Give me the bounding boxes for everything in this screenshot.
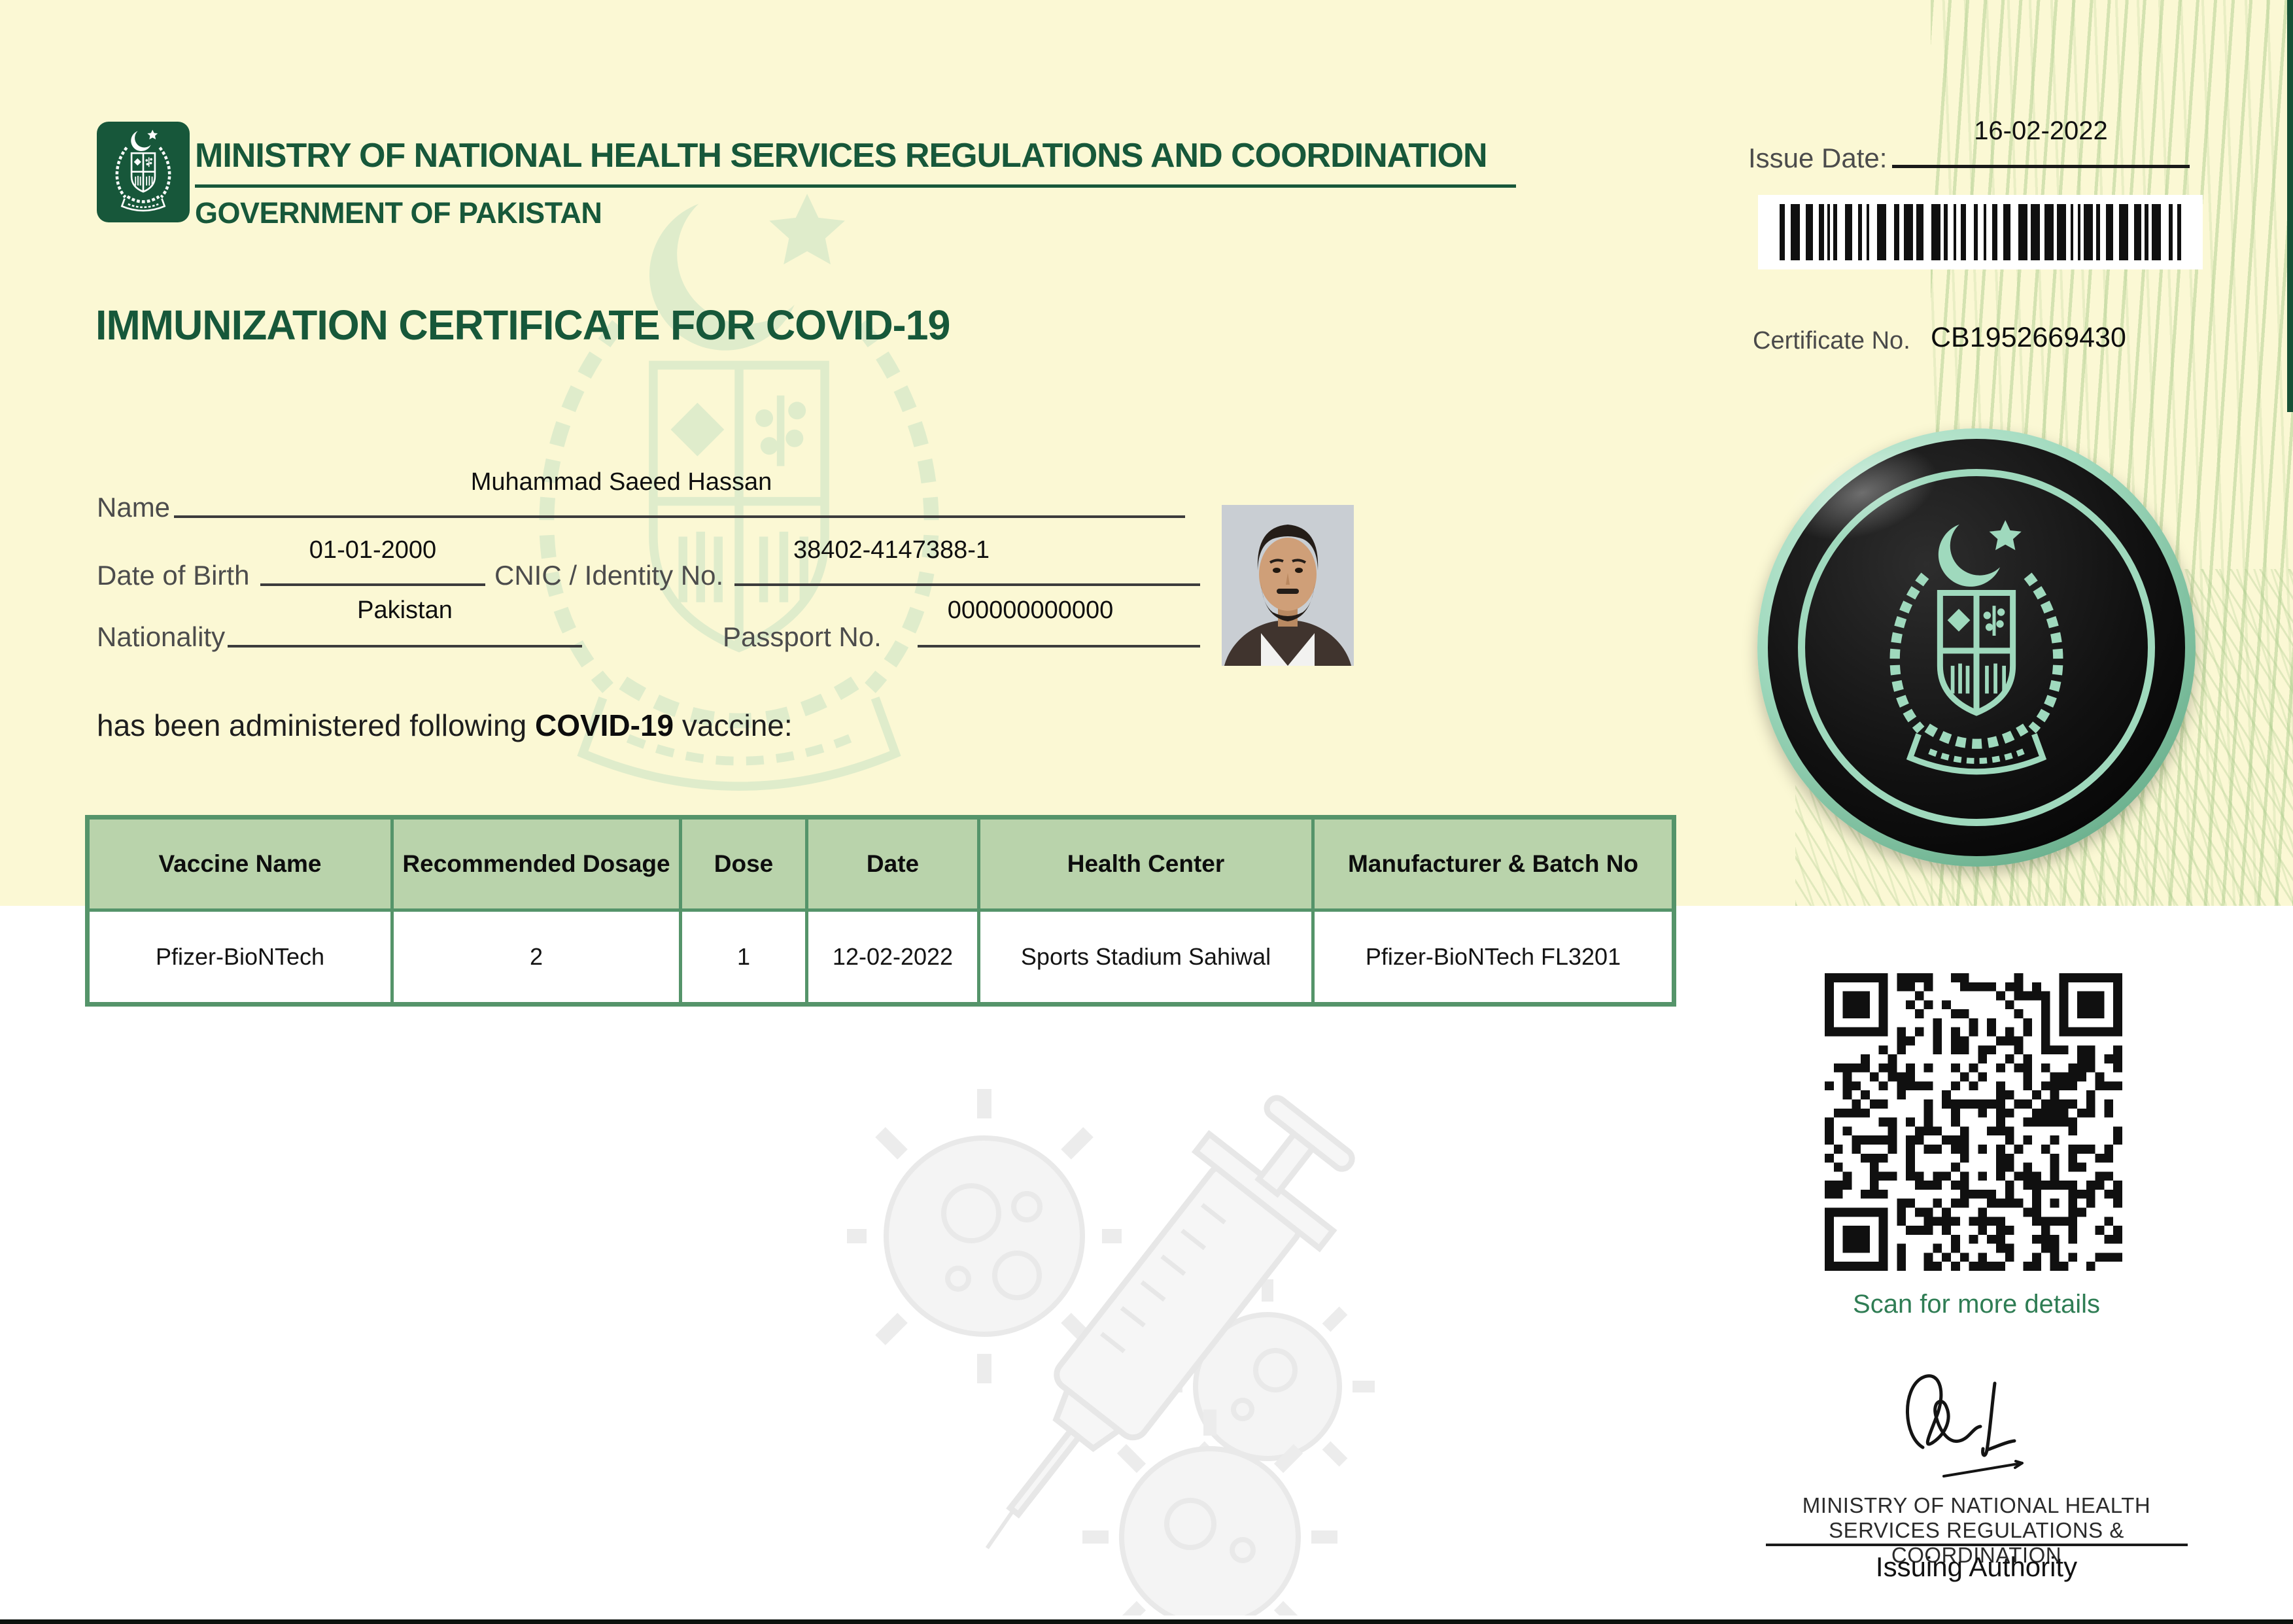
right-edge-green-bar <box>2287 0 2293 412</box>
bottom-green-bar <box>0 1619 2293 1624</box>
statement-suffix: vaccine: <box>674 708 793 742</box>
table-header-row: Vaccine Name Recommended Dosage Dose Dat… <box>86 816 1676 912</box>
name-value: Muhammad Saeed Hassan <box>470 468 772 496</box>
cell-health-center: Sports Stadium Sahiwal <box>977 908 1315 1006</box>
column-header-vaccine-name: Vaccine Name <box>86 816 394 912</box>
statement: has been administered following COVID-19… <box>97 708 793 743</box>
cell-vaccine-name: Pfizer-BioNTech <box>86 908 394 1006</box>
barcode-bars <box>1780 204 2181 260</box>
column-header-manufacturer-batch: Manufacturer & Batch No <box>1311 816 1676 912</box>
ministry-title-underline: MINISTRY OF NATIONAL HEALTH SERVICES REG… <box>195 136 1516 188</box>
dob-label: Date of Birth <box>97 560 250 591</box>
nationality-label: Nationality <box>97 621 226 652</box>
column-header-dose: Dose <box>679 816 808 912</box>
pakistan-emblem-icon <box>105 126 182 219</box>
cell-manufacturer-batch: Pfizer-BioNTech FL3201 <box>1311 908 1676 1006</box>
certificate-no-value: CB1952669430 <box>1931 322 2126 353</box>
table-row: Pfizer-BioNTech 2 1 12-02-2022 Sports St… <box>86 908 1676 1006</box>
ministry-logo <box>97 122 190 222</box>
certificate-title: IMMUNIZATION CERTIFICATE FOR COVID-19 <box>95 302 950 349</box>
issue-date-label: Issue Date: <box>1748 143 1888 173</box>
passport-value: 000000000000 <box>947 596 1114 624</box>
dob-value: 01-01-2000 <box>309 536 437 564</box>
ministry-title: MINISTRY OF NATIONAL HEALTH SERVICES REG… <box>195 137 1488 175</box>
government-seal <box>1757 428 2196 867</box>
nationality-value: Pakistan <box>357 596 453 624</box>
issuing-authority-label: Issuing Authority <box>1875 1551 2078 1582</box>
column-header-health-center: Health Center <box>977 816 1315 912</box>
issue-date-value: 16-02-2022 <box>1974 116 2108 145</box>
vaccine-table: Vaccine Name Recommended Dosage Dose Dat… <box>85 815 1676 1007</box>
statement-prefix: has been administered following <box>97 708 535 742</box>
name-label: Name <box>97 492 171 523</box>
certificate-no-label: Certificate No. <box>1753 327 1910 354</box>
footer-underline <box>1766 1544 2188 1546</box>
column-header-recommended-dosage: Recommended Dosage <box>390 816 682 912</box>
government-title: GOVERNMENT OF PAKISTAN <box>195 196 602 230</box>
cnic-line <box>734 583 1200 586</box>
dob-line <box>260 583 485 586</box>
passport-label: Passport No. <box>723 621 882 652</box>
holder-photo <box>1222 505 1354 666</box>
authority-signature <box>1884 1364 2080 1501</box>
column-header-date: Date <box>805 816 980 912</box>
cell-date: 12-02-2022 <box>805 908 980 1006</box>
passport-line <box>918 645 1200 648</box>
name-line <box>174 515 1185 518</box>
footer-authority-line1: MINISTRY OF NATIONAL HEALTH <box>1802 1493 2151 1517</box>
qr-caption: Scan for more details <box>1853 1290 2100 1319</box>
seal-emblem-icon <box>1859 507 2094 788</box>
syringe-virus-watermark <box>844 1079 1432 1624</box>
cell-recommended-dosage: 2 <box>390 908 682 1006</box>
nationality-line <box>228 645 582 648</box>
immunization-certificate: MINISTRY OF NATIONAL HEALTH SERVICES REG… <box>0 0 2293 1624</box>
barcode <box>1758 195 2203 269</box>
issue-date-line <box>1892 165 2190 168</box>
qr-code <box>1825 973 2122 1271</box>
statement-bold: COVID-19 <box>534 708 674 742</box>
cnic-value: 38402-4147388-1 <box>793 536 990 564</box>
cell-dose: 1 <box>679 908 808 1006</box>
cnic-label: CNIC / Identity No. <box>494 560 724 591</box>
